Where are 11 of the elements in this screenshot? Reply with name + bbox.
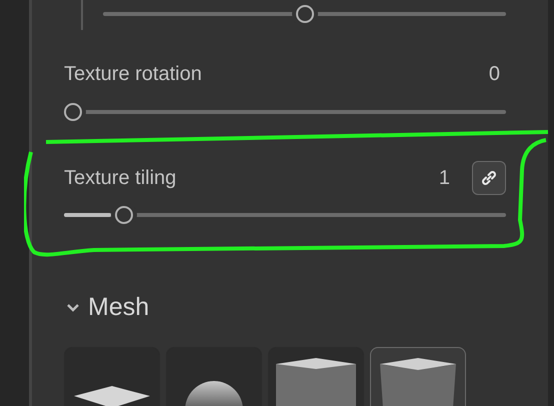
link-icon: [479, 168, 499, 188]
property-value: 0: [488, 62, 500, 86]
cube-icon: [275, 358, 357, 406]
section-title: Mesh: [88, 293, 150, 322]
chevron-icon[interactable]: [66, 302, 80, 312]
box-icon: [379, 358, 457, 406]
property-label: Texture tiling: [64, 166, 178, 190]
property-label: Texture rotation: [64, 62, 203, 86]
plane-icon: [74, 386, 150, 406]
link-button[interactable]: [472, 161, 506, 195]
property-value: 1: [438, 166, 450, 190]
